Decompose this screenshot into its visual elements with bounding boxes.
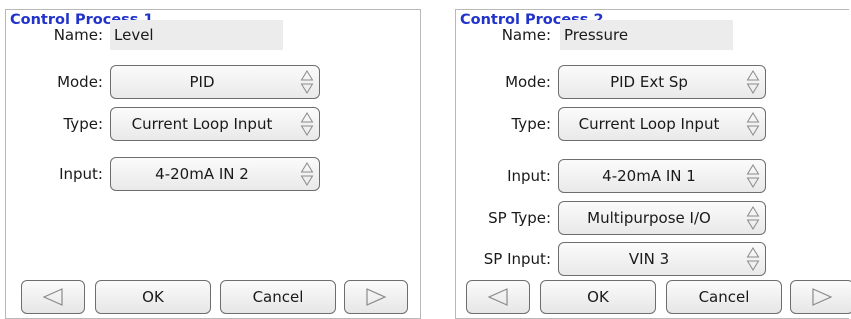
mode-value: PID Ext Sp [610,73,688,91]
type-value: Current Loop Input [131,115,273,133]
up-down-arrows-icon[interactable] [300,161,314,187]
ok-button[interactable]: OK [95,280,211,314]
sp-input-label: SP Input: [483,250,551,268]
up-down-arrows-icon[interactable] [746,163,760,189]
triangle-right-icon [812,288,833,306]
input-value: 4-20mA IN 2 [155,165,249,183]
type-label: Type: [63,115,103,133]
control-process-1-panel: Control Process 1 Name: Level Mode: PID … [5,9,421,319]
input-label: Input: [507,167,551,185]
cancel-button[interactable]: Cancel [666,280,782,314]
mode-spinner[interactable]: PID [110,65,320,99]
next-button[interactable] [344,280,408,314]
triangle-left-icon [42,288,63,306]
mode-label: Mode: [57,73,103,91]
up-down-arrows-icon[interactable] [746,69,760,95]
mode-label: Mode: [505,73,551,91]
mode-value: PID [189,73,215,91]
sp-type-label: SP Type: [488,209,551,227]
up-down-arrows-icon[interactable] [300,69,314,95]
cancel-button[interactable]: Cancel [220,280,336,314]
up-down-arrows-icon[interactable] [746,246,760,272]
up-down-arrows-icon[interactable] [746,111,760,137]
sp-input-spinner[interactable]: VIN 3 [558,242,766,276]
input-spinner[interactable]: 4-20mA IN 2 [110,157,320,191]
name-label: Name: [501,26,551,44]
name-field[interactable]: Level [110,20,283,50]
control-process-2-panel: Control Process 2 Name: Pressure Mode: P… [455,9,851,319]
input-spinner[interactable]: 4-20mA IN 1 [558,159,766,193]
mode-spinner[interactable]: PID Ext Sp [558,65,766,99]
name-field[interactable]: Pressure [560,20,733,50]
ok-button[interactable]: OK [540,280,656,314]
type-value: Current Loop Input [578,115,720,133]
input-label: Input: [59,165,103,183]
triangle-left-icon [487,288,508,306]
next-button[interactable] [790,280,851,314]
type-spinner[interactable]: Current Loop Input [110,107,320,141]
sp-type-spinner[interactable]: Multipurpose I/O [558,201,766,235]
up-down-arrows-icon[interactable] [746,205,760,231]
input-value: 4-20mA IN 1 [602,167,696,185]
previous-button[interactable] [466,280,530,314]
type-spinner[interactable]: Current Loop Input [558,107,766,141]
sp-type-value: Multipurpose I/O [587,209,711,227]
name-label: Name: [53,26,103,44]
up-down-arrows-icon[interactable] [300,111,314,137]
triangle-right-icon [366,288,387,306]
previous-button[interactable] [21,280,85,314]
sp-input-value: VIN 3 [628,250,670,268]
type-label: Type: [511,115,551,133]
